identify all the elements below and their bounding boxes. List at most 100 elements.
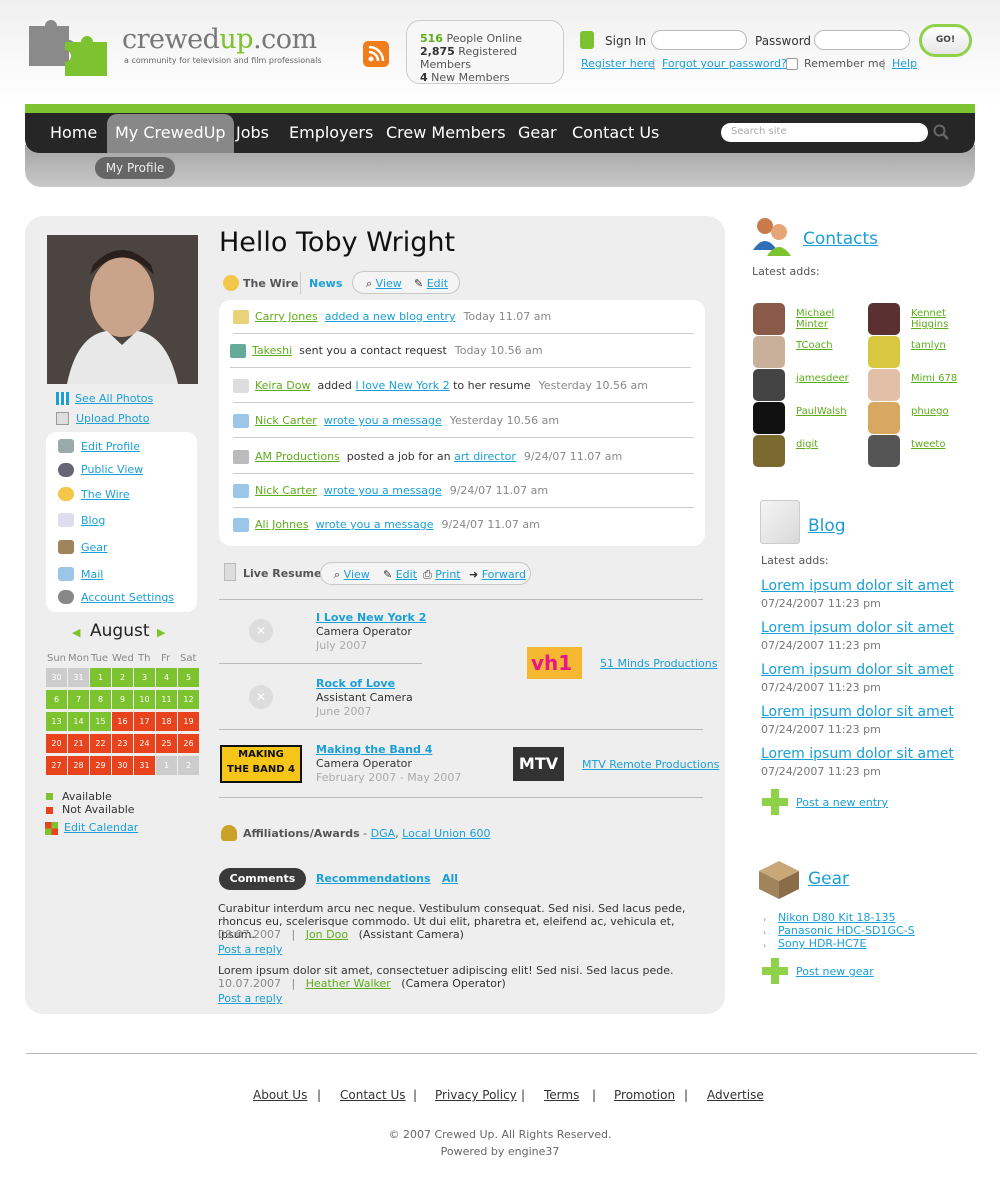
remember-checkbox[interactable] xyxy=(786,58,798,70)
menu-mail[interactable]: Mail xyxy=(81,568,103,581)
contact-name[interactable]: Kennet Higgins xyxy=(911,308,971,330)
blog-title[interactable]: Blog xyxy=(808,516,846,536)
calendar-day[interactable]: 19 xyxy=(178,712,199,731)
calendar-day[interactable]: 17 xyxy=(134,712,155,731)
avatar[interactable] xyxy=(868,402,900,434)
resume-edit-link[interactable]: ✎ Edit xyxy=(383,568,417,581)
calendar-day[interactable]: 4 xyxy=(156,668,177,687)
calendar-day[interactable]: 2 xyxy=(178,756,199,775)
blog-entry-link[interactable]: Lorem ipsum dolor sit amet xyxy=(761,746,954,762)
calendar-day[interactable]: 18 xyxy=(156,712,177,731)
avatar[interactable] xyxy=(868,303,900,335)
menu-public-view[interactable]: Public View xyxy=(81,463,143,476)
puzzle-logo-icon[interactable] xyxy=(25,18,115,80)
blog-entry-link[interactable]: Lorem ipsum dolor sit amet xyxy=(761,578,954,594)
post-reply-link[interactable]: Post a reply xyxy=(218,992,282,1005)
contact-name[interactable]: PaulWalsh xyxy=(796,406,856,417)
menu-edit-profile[interactable]: Edit Profile xyxy=(81,440,140,453)
producer-link[interactable]: MTV Remote Productions xyxy=(582,758,719,771)
resume-forward-link[interactable]: ➜ Forward xyxy=(469,568,526,581)
footer-terms[interactable]: Terms xyxy=(544,1088,579,1102)
see-all-photos-link[interactable]: See All Photos xyxy=(75,392,153,405)
gear-title[interactable]: Gear xyxy=(808,869,849,889)
forgot-password-link[interactable]: Forgot your password? xyxy=(662,57,787,70)
menu-account-settings[interactable]: Account Settings xyxy=(81,591,174,604)
tab-the-wire[interactable]: The Wire xyxy=(243,277,298,290)
calendar-day[interactable]: 24 xyxy=(134,734,155,753)
register-link[interactable]: Register here xyxy=(581,57,655,70)
nav-gear[interactable]: Gear xyxy=(510,114,565,152)
calendar-day[interactable]: 16 xyxy=(112,712,133,731)
footer-privacy-policy[interactable]: Privacy Policy xyxy=(435,1088,517,1102)
tab-news[interactable]: News xyxy=(309,277,342,290)
search-icon[interactable] xyxy=(933,124,949,140)
subnav-my-profile[interactable]: My Profile xyxy=(95,157,175,179)
calendar-day[interactable]: 1 xyxy=(90,668,111,687)
contact-name[interactable]: digit xyxy=(796,439,856,450)
contact-name[interactable]: TCoach xyxy=(796,340,856,351)
calendar-day[interactable]: 28 xyxy=(68,756,89,775)
calendar-day[interactable]: 23 xyxy=(112,734,133,753)
footer-about-us[interactable]: About Us xyxy=(253,1088,307,1102)
nav-contact-us[interactable]: Contact Us xyxy=(564,114,667,152)
calendar-day[interactable]: 3 xyxy=(134,668,155,687)
blog-entry-link[interactable]: Lorem ipsum dolor sit amet xyxy=(761,620,954,636)
contact-name[interactable]: Mimi 678 xyxy=(911,373,971,384)
calendar-day[interactable]: 21 xyxy=(68,734,89,753)
tab-recommendations[interactable]: Recommendations xyxy=(316,872,431,885)
nav-my-crewedup[interactable]: My CrewedUp xyxy=(107,114,234,153)
go-button[interactable]: GO! xyxy=(919,24,972,57)
avatar[interactable] xyxy=(753,336,785,368)
calendar-day[interactable]: 29 xyxy=(90,756,111,775)
footer-contact-us[interactable]: Contact Us xyxy=(340,1088,406,1102)
producer-link[interactable]: 51 Minds Productions xyxy=(600,657,717,670)
footer-advertise[interactable]: Advertise xyxy=(707,1088,764,1102)
logo-text[interactable]: crewedup.com xyxy=(122,24,317,55)
avatar[interactable] xyxy=(753,435,785,467)
blog-entry-link[interactable]: Lorem ipsum dolor sit amet xyxy=(761,704,954,720)
calendar-day[interactable]: 22 xyxy=(90,734,111,753)
contact-name[interactable]: jamesdeer xyxy=(796,373,856,384)
nav-crew-members[interactable]: Crew Members xyxy=(378,114,514,152)
nav-jobs[interactable]: Jobs xyxy=(228,114,277,152)
calendar-day[interactable]: 2 xyxy=(112,668,133,687)
calendar-day[interactable]: 14 xyxy=(68,712,89,731)
contacts-title[interactable]: Contacts xyxy=(803,229,878,249)
tab-all[interactable]: All xyxy=(442,872,458,885)
contact-name[interactable]: phuego xyxy=(911,406,971,417)
avatar[interactable] xyxy=(868,336,900,368)
tab-comments[interactable]: Comments xyxy=(219,868,306,890)
calendar-day[interactable]: 15 xyxy=(90,712,111,731)
next-month-icon[interactable]: ▶ xyxy=(157,626,165,639)
post-reply-link[interactable]: Post a reply xyxy=(218,943,282,956)
gear-item[interactable]: Panasonic HDC-SD1GC-S xyxy=(778,924,915,937)
blog-entry-link[interactable]: Lorem ipsum dolor sit amet xyxy=(761,662,954,678)
username-input[interactable] xyxy=(651,30,747,50)
password-input[interactable] xyxy=(814,30,910,50)
search-input[interactable]: Search site xyxy=(721,123,928,142)
gear-item[interactable]: Nikon D80 Kit 18-135 xyxy=(778,911,895,924)
calendar-day[interactable]: 30 xyxy=(112,756,133,775)
menu-blog[interactable]: Blog xyxy=(81,514,105,527)
post-new-gear-link[interactable]: Post new gear xyxy=(796,965,874,978)
edit-calendar-link[interactable]: Edit Calendar xyxy=(64,821,138,834)
rss-icon[interactable] xyxy=(363,41,389,67)
calendar-day[interactable]: 31 xyxy=(134,756,155,775)
contact-name[interactable]: tweeto xyxy=(911,439,971,450)
resume-print-link[interactable]: ⎙ Print xyxy=(423,568,461,582)
calendar-day[interactable]: 9 xyxy=(112,690,133,709)
wire-edit-link[interactable]: ✎ Edit xyxy=(414,277,448,290)
calendar-day[interactable]: 10 xyxy=(134,690,155,709)
help-link[interactable]: Help xyxy=(892,57,917,70)
calendar-day[interactable]: 27 xyxy=(46,756,67,775)
calendar-day[interactable]: 5 xyxy=(178,668,199,687)
avatar[interactable] xyxy=(753,303,785,335)
calendar-day[interactable]: 25 xyxy=(156,734,177,753)
calendar-day[interactable]: 6 xyxy=(46,690,67,709)
avatar[interactable] xyxy=(753,369,785,401)
prev-month-icon[interactable]: ◀ xyxy=(72,626,80,639)
calendar-day[interactable]: 26 xyxy=(178,734,199,753)
menu-the-wire[interactable]: The Wire xyxy=(81,488,130,501)
upload-photo-link[interactable]: Upload Photo xyxy=(76,412,149,425)
calendar-day[interactable]: 30 xyxy=(46,668,67,687)
